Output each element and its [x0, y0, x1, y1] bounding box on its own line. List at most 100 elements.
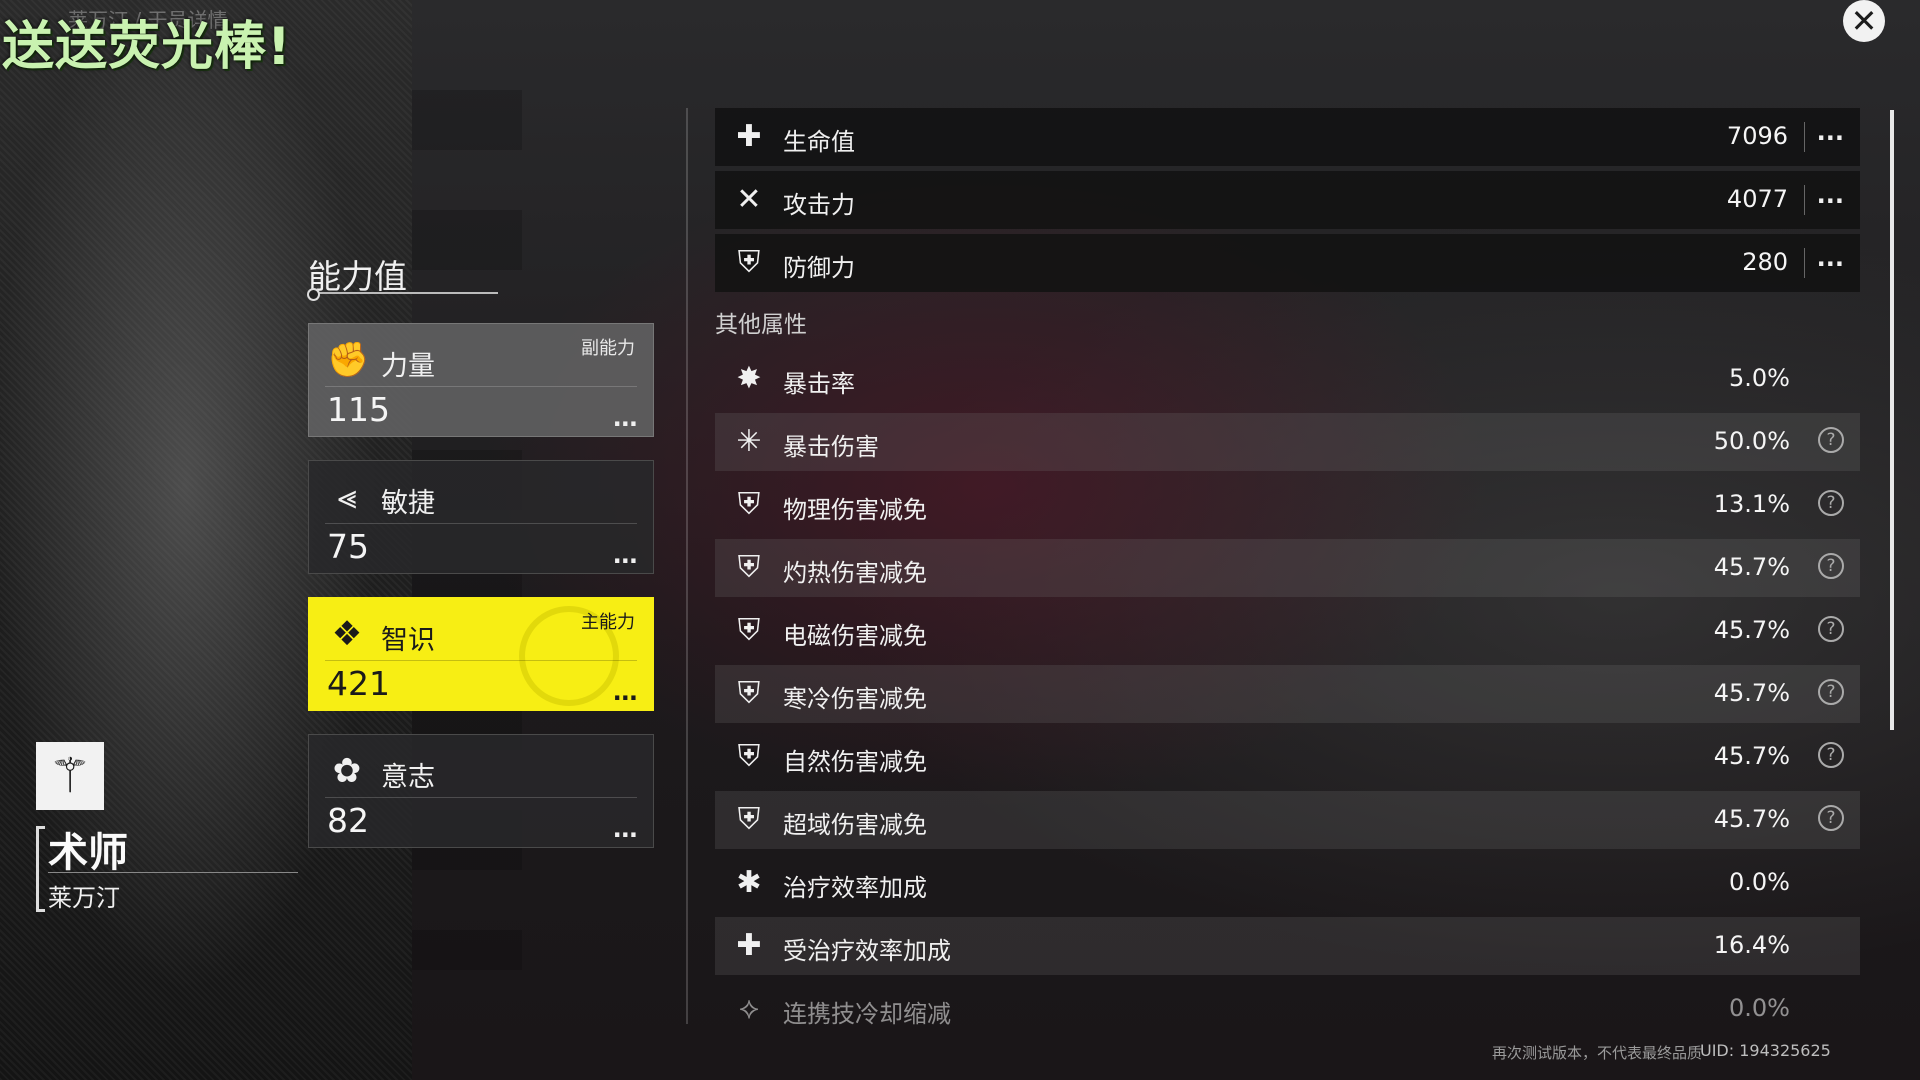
stat-label: 防御力	[783, 254, 855, 282]
stat-row-physical-res: ⛨ 物理伤害减免 13.1% ?	[715, 476, 1860, 534]
class-underline	[48, 872, 298, 873]
help-button[interactable]: ?	[1818, 553, 1844, 579]
ability-card-agility[interactable]: ⪡ 敏捷 75 ...	[308, 460, 654, 574]
book-icon: ❖	[331, 614, 363, 654]
stat-row-crit-damage: ✳ 暴击伤害 50.0% ?	[715, 413, 1860, 471]
stat-label: 电磁伤害减免	[783, 622, 927, 650]
stat-label: 自然伤害减免	[783, 748, 927, 776]
ability-tag: 副能力	[581, 338, 635, 359]
divider	[325, 386, 637, 387]
stat-value: 45.7%	[1713, 805, 1790, 833]
close-icon: ✕	[1850, 2, 1878, 40]
stat-label: 物理伤害减免	[783, 496, 927, 524]
stat-label: 暴击率	[783, 370, 855, 398]
help-button[interactable]: ?	[1818, 805, 1844, 831]
stat-label: 受治疗效率加成	[783, 937, 951, 965]
staff-icon: ⚚	[36, 742, 104, 810]
stream-caption: 送送荧光棒!	[2, 17, 292, 77]
stat-value: 16.4%	[1713, 931, 1790, 959]
chain-cooldown-icon: ⟡	[739, 991, 759, 1026]
stat-label: 寒冷伤害减免	[783, 685, 927, 713]
ability-tag: 主能力	[581, 612, 635, 633]
help-button[interactable]: ?	[1818, 427, 1844, 453]
other-stats-title: 其他属性	[715, 312, 807, 338]
crit-damage-icon: ✳	[736, 424, 762, 459]
ability-card-will[interactable]: ✿ 意志 82 ...	[308, 734, 654, 848]
stat-row-hp: ✚ 生命值 7096 ...	[715, 108, 1860, 166]
help-button[interactable]: ?	[1818, 490, 1844, 516]
ability-name: 敏捷	[381, 488, 435, 519]
stat-value: 45.7%	[1713, 742, 1790, 770]
dash-icon: ⪡	[337, 477, 357, 517]
stat-row-chain-cooldown: ⟡ 连携技冷却缩减 0.0%	[715, 980, 1860, 1038]
will-icon: ✿	[332, 751, 362, 791]
fist-icon: ✊	[327, 340, 370, 380]
divider	[325, 523, 637, 524]
stat-row-ether-res: ⛨ 超域伤害减免 45.7% ?	[715, 791, 1860, 849]
heal-icon: ✱	[736, 865, 762, 900]
stat-value: 4077	[1726, 185, 1788, 213]
stat-row-healed-bonus: ✚ 受治疗效率加成 16.4%	[715, 917, 1860, 975]
divider	[1804, 122, 1805, 152]
stat-value: 13.1%	[1713, 490, 1790, 518]
stat-label: 超域伤害减免	[783, 811, 927, 839]
class-name: 术师	[48, 830, 128, 876]
close-button[interactable]: ✕	[1843, 0, 1885, 42]
title-underline	[310, 292, 498, 294]
stat-label: 生命值	[783, 128, 855, 156]
stat-value: 7096	[1726, 122, 1788, 150]
ability-value: 75	[327, 527, 369, 566]
stat-row-nature-res: ⛨ 自然伤害减免 45.7% ?	[715, 728, 1860, 786]
stat-row-defense: ⛨ 防御力 280 ...	[715, 234, 1860, 292]
bracket-decoration	[36, 826, 45, 912]
ability-card-intellect[interactable]: ❖ 智识 主能力 421 ...	[308, 597, 654, 711]
ability-card-strength[interactable]: ✊ 力量 副能力 115 ...	[308, 323, 654, 437]
stat-value: 0.0%	[1729, 994, 1790, 1022]
burst-icon: ✸	[736, 361, 762, 396]
divider	[325, 797, 637, 798]
more-button[interactable]: ...	[613, 678, 638, 706]
divider	[1804, 248, 1805, 278]
ability-section-title: 能力值	[308, 257, 407, 296]
uid-label: UID: 194325625	[1700, 1041, 1831, 1060]
nature-shield-icon: ⛨	[737, 739, 761, 774]
help-button[interactable]: ?	[1818, 616, 1844, 642]
ability-name: 意志	[381, 762, 435, 793]
electric-shield-icon: ⛨	[737, 613, 761, 648]
stat-value: 5.0%	[1729, 364, 1790, 392]
more-button[interactable]: ...	[613, 815, 638, 843]
ability-name: 力量	[381, 351, 435, 382]
help-button[interactable]: ?	[1818, 679, 1844, 705]
stat-value: 45.7%	[1713, 679, 1790, 707]
heat-shield-icon: ⛨	[737, 550, 761, 585]
ability-value: 82	[327, 801, 369, 840]
plus-icon: ✚	[736, 119, 762, 154]
version-notice: 再次测试版本，不代表最终品质	[1492, 1044, 1703, 1062]
stat-row-attack: ✕ 攻击力 4077 ...	[715, 171, 1860, 229]
stat-label: 灼热伤害减免	[783, 559, 927, 587]
stat-value: 0.0%	[1729, 868, 1790, 896]
more-button[interactable]: ...	[1817, 118, 1844, 146]
stat-value: 280	[1742, 248, 1788, 276]
scrollbar[interactable]	[1890, 110, 1894, 730]
physical-shield-icon: ⛨	[737, 487, 761, 522]
stat-row-heat-res: ⛨ 灼热伤害减免 45.7% ?	[715, 539, 1860, 597]
stat-label: 治疗效率加成	[783, 874, 927, 902]
healed-icon: ✚	[736, 928, 762, 963]
stat-row-cold-res: ⛨ 寒冷伤害减免 45.7% ?	[715, 665, 1860, 723]
help-button[interactable]: ?	[1818, 742, 1844, 768]
more-button[interactable]: ...	[1817, 181, 1844, 209]
ether-shield-icon: ⛨	[737, 802, 761, 837]
ability-value: 115	[327, 390, 390, 429]
more-button[interactable]: ...	[613, 404, 638, 432]
character-name: 莱万汀	[48, 884, 120, 912]
ability-value: 421	[327, 664, 390, 703]
ability-name: 智识	[381, 625, 435, 656]
title-dot	[307, 288, 320, 301]
stat-value: 45.7%	[1713, 616, 1790, 644]
cold-shield-icon: ⛨	[737, 676, 761, 711]
stat-value: 45.7%	[1713, 553, 1790, 581]
more-button[interactable]: ...	[613, 541, 638, 569]
stat-value: 50.0%	[1713, 427, 1790, 455]
more-button[interactable]: ...	[1817, 244, 1844, 272]
